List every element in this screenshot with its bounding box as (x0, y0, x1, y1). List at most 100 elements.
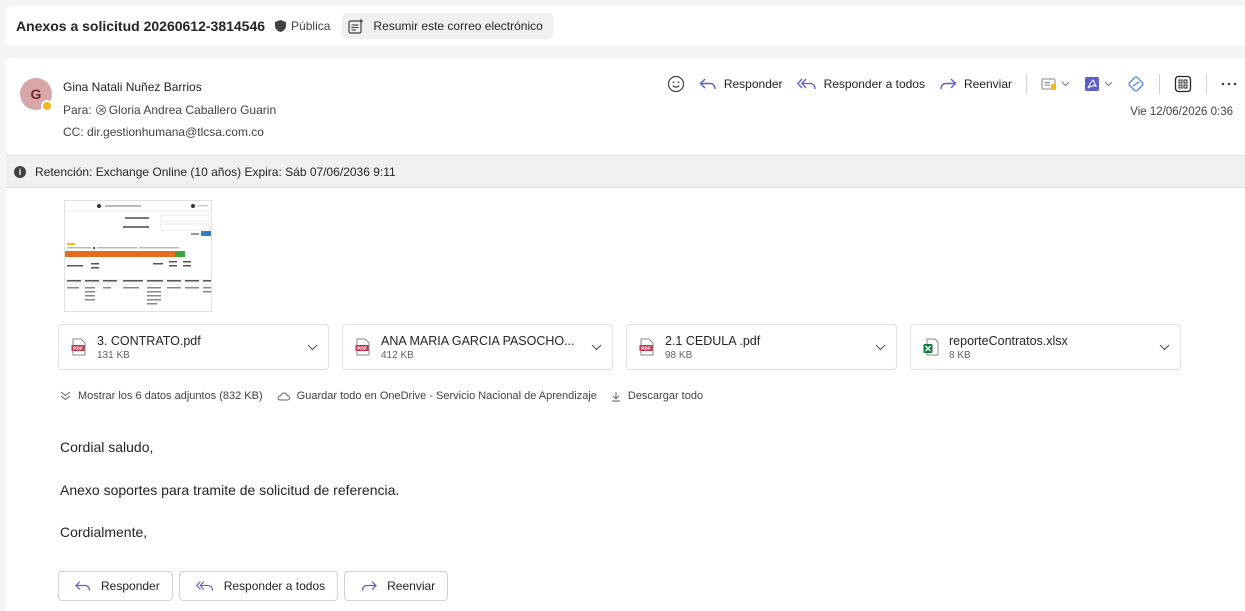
pdf-icon: PDF (355, 338, 370, 356)
forward-icon (940, 78, 957, 90)
reply-all-label: Responder a todos (223, 579, 326, 593)
forward-label: Reenviar (387, 579, 436, 593)
body-line: Anexo soportes para tramite de solicitud… (60, 482, 400, 498)
loop-icon (1128, 76, 1144, 92)
retention-text: Retención: Exchange Online (10 años) Exp… (35, 164, 396, 179)
cc-label: CC: (63, 125, 84, 139)
reply-icon (75, 581, 91, 591)
show-all-attachments-link[interactable]: Mostrar los 6 datos adjuntos (832 KB) (60, 390, 263, 402)
pdf-icon: PDF (71, 338, 86, 356)
chevron-down-icon[interactable] (591, 344, 602, 351)
double-chevron-down-icon (60, 391, 71, 401)
attachment-name: 3. CONTRATO.pdf (97, 333, 201, 348)
thumbnail-picture (65, 201, 211, 311)
reply-all-label: Responder a todos (823, 77, 925, 91)
recipient-name[interactable]: Gloria Andrea Caballero Guarin (109, 103, 276, 117)
pdf-icon (1085, 77, 1099, 91)
loop-button[interactable] (1127, 75, 1145, 93)
download-all-label: Descargar todo (627, 390, 704, 402)
reply-button[interactable]: Responder (58, 571, 173, 601)
to-line: Para: Gloria Andrea Caballero Guarin (63, 103, 276, 117)
info-icon: i (14, 165, 26, 178)
toolbar-divider (1159, 74, 1160, 94)
reply-all-icon (195, 581, 213, 591)
reply-actions: Responder Responder a todos Reenviar (58, 571, 454, 601)
chevron-down-icon (1061, 81, 1070, 87)
summarize-icon (348, 18, 364, 34)
attachment-name: reporteContratos.xlsx (949, 333, 1068, 348)
apps-icon (1174, 75, 1192, 93)
attachment-text: 3. CONTRATO.pdf 131 KB (97, 334, 299, 361)
attachment-name: 2.1 CEDULA .pdf (665, 333, 761, 348)
reply-label: Responder (101, 579, 160, 593)
more-actions-button[interactable] (1221, 82, 1237, 86)
chevron-down-icon[interactable] (307, 344, 318, 351)
attachment-size: 412 KB (381, 349, 414, 361)
download-icon (611, 391, 620, 401)
attachment-card[interactable]: reporteContratos.xlsx 8 KB (910, 324, 1181, 370)
emoji-button[interactable] (667, 75, 685, 93)
save-onedrive-label: Guardar todo en OneDrive - Servicio Naci… (296, 390, 597, 402)
summarize-button[interactable]: Resumir este correo electrónico (342, 13, 553, 39)
to-label: Para: (63, 103, 92, 117)
attachment-size: 98 KB (665, 349, 693, 361)
show-all-label: Mostrar los 6 datos adjuntos (832 KB) (78, 390, 263, 402)
attachment-text: 2.1 CEDULA .pdf 98 KB (665, 334, 867, 361)
cc-line: CC: dir.gestionhumana@tlcsa.com.co (63, 125, 264, 139)
svg-text:PDF: PDF (73, 346, 83, 352)
pdf-icon: PDF (639, 338, 654, 356)
excel-icon (923, 338, 939, 356)
toolbar-divider (1026, 74, 1027, 94)
save-onedrive-link[interactable]: Guardar todo en OneDrive - Servicio Naci… (277, 390, 597, 402)
attachment-name: ANA MARIA GARCIA PASOCHO... (381, 333, 575, 348)
cc-recipient[interactable]: dir.gestionhumana@tlcsa.com.co (87, 125, 264, 139)
teams-share-button[interactable] (1041, 77, 1070, 91)
attachment-size: 131 KB (97, 349, 130, 361)
forward-label: Reenviar (963, 77, 1012, 91)
summarize-label: Resumir este correo electrónico (373, 19, 543, 33)
attachment-actions: Mostrar los 6 datos adjuntos (832 KB) Gu… (60, 390, 717, 402)
sent-date: Vie 12/06/2026 0:36 (1130, 106, 1233, 118)
chevron-down-icon[interactable] (1159, 344, 1170, 351)
retention-bar: i Retención: Exchange Online (10 años) E… (6, 155, 1245, 188)
chevron-down-icon (1104, 81, 1113, 87)
attachment-card[interactable]: PDF 2.1 CEDULA .pdf 98 KB (626, 324, 897, 370)
emoji-icon (667, 75, 684, 93)
forward-button[interactable]: Reenviar (344, 571, 449, 601)
reply-all-icon (796, 78, 816, 90)
body-closing: Cordialmente, (60, 524, 148, 540)
presence-badge (41, 100, 53, 112)
cloud-icon (277, 391, 290, 400)
shield-icon (275, 20, 287, 32)
attachment-card[interactable]: PDF ANA MARIA GARCIA PASOCHO... 412 KB (342, 324, 613, 370)
attachment-text: reporteContratos.xlsx 8 KB (949, 334, 1151, 361)
message-actions: Responder Responder a todos Reenviar (653, 72, 1237, 96)
toolbar-divider (1206, 74, 1207, 94)
email-subject: Anexos a solicitud 20260612-3814546 (16, 18, 266, 34)
sender-name[interactable]: Gina Natali Nuñez Barrios (63, 80, 202, 94)
reply-icon (699, 78, 716, 90)
svg-text:PDF: PDF (357, 346, 367, 352)
sensitivity-label[interactable]: Pública (291, 19, 330, 33)
reply-all-button[interactable]: Responder a todos (796, 77, 925, 91)
forward-icon (362, 581, 377, 591)
apps-button[interactable] (1174, 75, 1192, 93)
body-greeting: Cordial saludo, (60, 439, 154, 455)
reply-label: Responder (723, 77, 783, 91)
more-icon (1221, 82, 1237, 86)
attachment-list: PDF 3. CONTRATO.pdf 131 KB PDF ANA MARIA… (58, 324, 1181, 370)
remove-recipient-icon (95, 105, 106, 115)
chevron-down-icon[interactable] (875, 344, 886, 351)
download-all-link[interactable]: Descargar todo (611, 390, 703, 402)
attachment-card[interactable]: PDF 3. CONTRATO.pdf 131 KB (58, 324, 329, 370)
subject-bar: Anexos a solicitud 20260612-3814546 Públ… (6, 6, 1245, 46)
svg-text:PDF: PDF (641, 346, 651, 352)
pdf-export-button[interactable] (1084, 76, 1113, 92)
attachment-text: ANA MARIA GARCIA PASOCHO... 412 KB (381, 334, 583, 361)
inline-image-thumbnail[interactable] (64, 200, 212, 312)
teams-icon (1041, 78, 1056, 90)
reply-button[interactable]: Responder (699, 77, 783, 91)
forward-button[interactable]: Reenviar (939, 77, 1012, 91)
reply-all-button[interactable]: Responder a todos (178, 571, 339, 601)
attachment-size: 8 KB (949, 349, 971, 361)
